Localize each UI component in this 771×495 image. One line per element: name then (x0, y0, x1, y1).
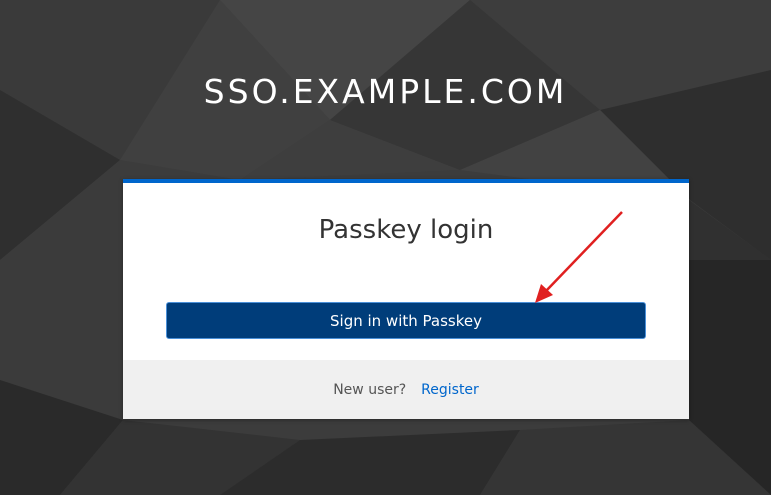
page-title: Passkey login (318, 215, 494, 245)
realm-title: SSO.EXAMPLE.COM (203, 72, 568, 111)
sign-in-with-passkey-button[interactable]: Sign in with Passkey (166, 302, 646, 339)
login-card: Passkey login Sign in with Passkey New u… (123, 179, 689, 419)
new-user-prompt: New user? (333, 381, 407, 398)
register-link[interactable]: Register (421, 382, 479, 398)
card-footer: New user? Register (123, 360, 689, 419)
card-accent-bar (123, 179, 689, 183)
